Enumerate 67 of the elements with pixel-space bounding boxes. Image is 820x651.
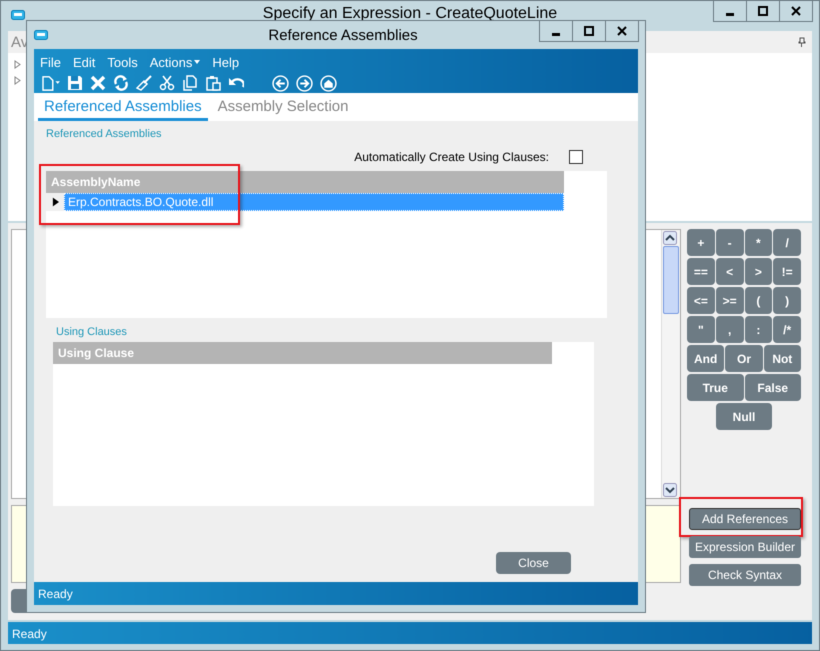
operator-button[interactable]: != bbox=[773, 258, 801, 285]
scrollbar[interactable] bbox=[661, 230, 680, 498]
new-document-icon[interactable] bbox=[40, 75, 62, 91]
operator-button[interactable]: Null bbox=[716, 403, 772, 430]
operator-button[interactable]: == bbox=[687, 258, 715, 285]
action-button[interactable]: Check Syntax bbox=[689, 564, 801, 586]
operator-button[interactable]: And bbox=[687, 345, 724, 372]
operator-button[interactable]: * bbox=[744, 229, 772, 256]
action-button[interactable]: Expression Builder bbox=[689, 536, 801, 558]
checkbox[interactable] bbox=[569, 150, 583, 164]
paste-icon[interactable] bbox=[205, 75, 221, 91]
operator-button[interactable]: > bbox=[744, 258, 772, 285]
operator-button[interactable]: ) bbox=[773, 287, 801, 314]
section-title: Using Clauses bbox=[56, 326, 127, 338]
close-button[interactable]: Close bbox=[496, 552, 571, 574]
operator-button[interactable]: ( bbox=[744, 287, 772, 314]
operator-button[interactable]: < bbox=[716, 258, 744, 285]
app-icon bbox=[34, 30, 48, 40]
menu-item[interactable]: File bbox=[40, 54, 61, 70]
pin-icon[interactable] bbox=[798, 37, 806, 47]
operator-button[interactable]: /* bbox=[773, 316, 801, 343]
back-icon[interactable] bbox=[272, 74, 289, 92]
save-icon[interactable] bbox=[67, 75, 83, 91]
maximize-icon[interactable] bbox=[756, 4, 770, 18]
home-icon[interactable] bbox=[320, 74, 337, 92]
broom-icon[interactable] bbox=[136, 75, 152, 91]
operator-button[interactable]: " bbox=[687, 316, 715, 343]
operator-button[interactable]: Not bbox=[764, 345, 801, 372]
checkbox-label: Automatically Create Using Clauses: bbox=[354, 150, 549, 164]
operator-button[interactable]: False bbox=[744, 374, 801, 401]
close-icon[interactable] bbox=[789, 4, 803, 18]
tab[interactable]: Assembly Selection bbox=[212, 98, 354, 121]
forward-icon[interactable] bbox=[296, 74, 313, 92]
delete-icon[interactable] bbox=[90, 75, 106, 91]
table-cell[interactable]: Erp.Contracts.BO.Quote.dll bbox=[64, 193, 564, 211]
expand-icon[interactable] bbox=[14, 60, 22, 69]
cut-icon[interactable] bbox=[159, 75, 175, 91]
action-button[interactable]: Add References bbox=[689, 508, 801, 530]
window-title: Specify an Expression - CreateQuoteLine bbox=[262, 7, 558, 21]
copy-icon[interactable] bbox=[182, 75, 198, 91]
refresh-icon[interactable] bbox=[113, 75, 129, 91]
operator-button[interactable]: - bbox=[716, 229, 744, 256]
operator-button[interactable]: + bbox=[687, 229, 715, 256]
operator-button[interactable]: / bbox=[773, 229, 801, 256]
scroll-up-icon[interactable] bbox=[663, 231, 677, 245]
status-bar: Ready bbox=[8, 622, 812, 644]
operator-button[interactable]: , bbox=[716, 316, 744, 343]
section-title: Referenced Assemblies bbox=[46, 128, 162, 140]
operator-button[interactable]: <= bbox=[687, 287, 715, 314]
close-icon[interactable] bbox=[615, 24, 629, 38]
maximize-icon[interactable] bbox=[582, 24, 596, 38]
menu-item[interactable]: Help bbox=[212, 54, 240, 70]
expand-icon[interactable] bbox=[14, 76, 22, 85]
caret-icon bbox=[194, 60, 200, 64]
operator-button[interactable]: >= bbox=[716, 287, 744, 314]
operator-button[interactable]: : bbox=[744, 316, 772, 343]
operator-button[interactable]: Or bbox=[725, 345, 763, 372]
menu-item[interactable]: Actions bbox=[150, 54, 200, 70]
operator-button[interactable]: True bbox=[687, 374, 744, 401]
dialog-title: Reference Assemblies bbox=[268, 26, 418, 44]
scroll-down-icon[interactable] bbox=[663, 483, 677, 497]
row-pointer-icon bbox=[52, 197, 58, 207]
menu-item[interactable]: Tools bbox=[107, 54, 138, 70]
menu-item[interactable]: Edit bbox=[72, 54, 96, 70]
scroll-thumb[interactable] bbox=[663, 246, 679, 314]
status-bar: Ready bbox=[34, 582, 638, 605]
app-icon bbox=[11, 10, 25, 20]
